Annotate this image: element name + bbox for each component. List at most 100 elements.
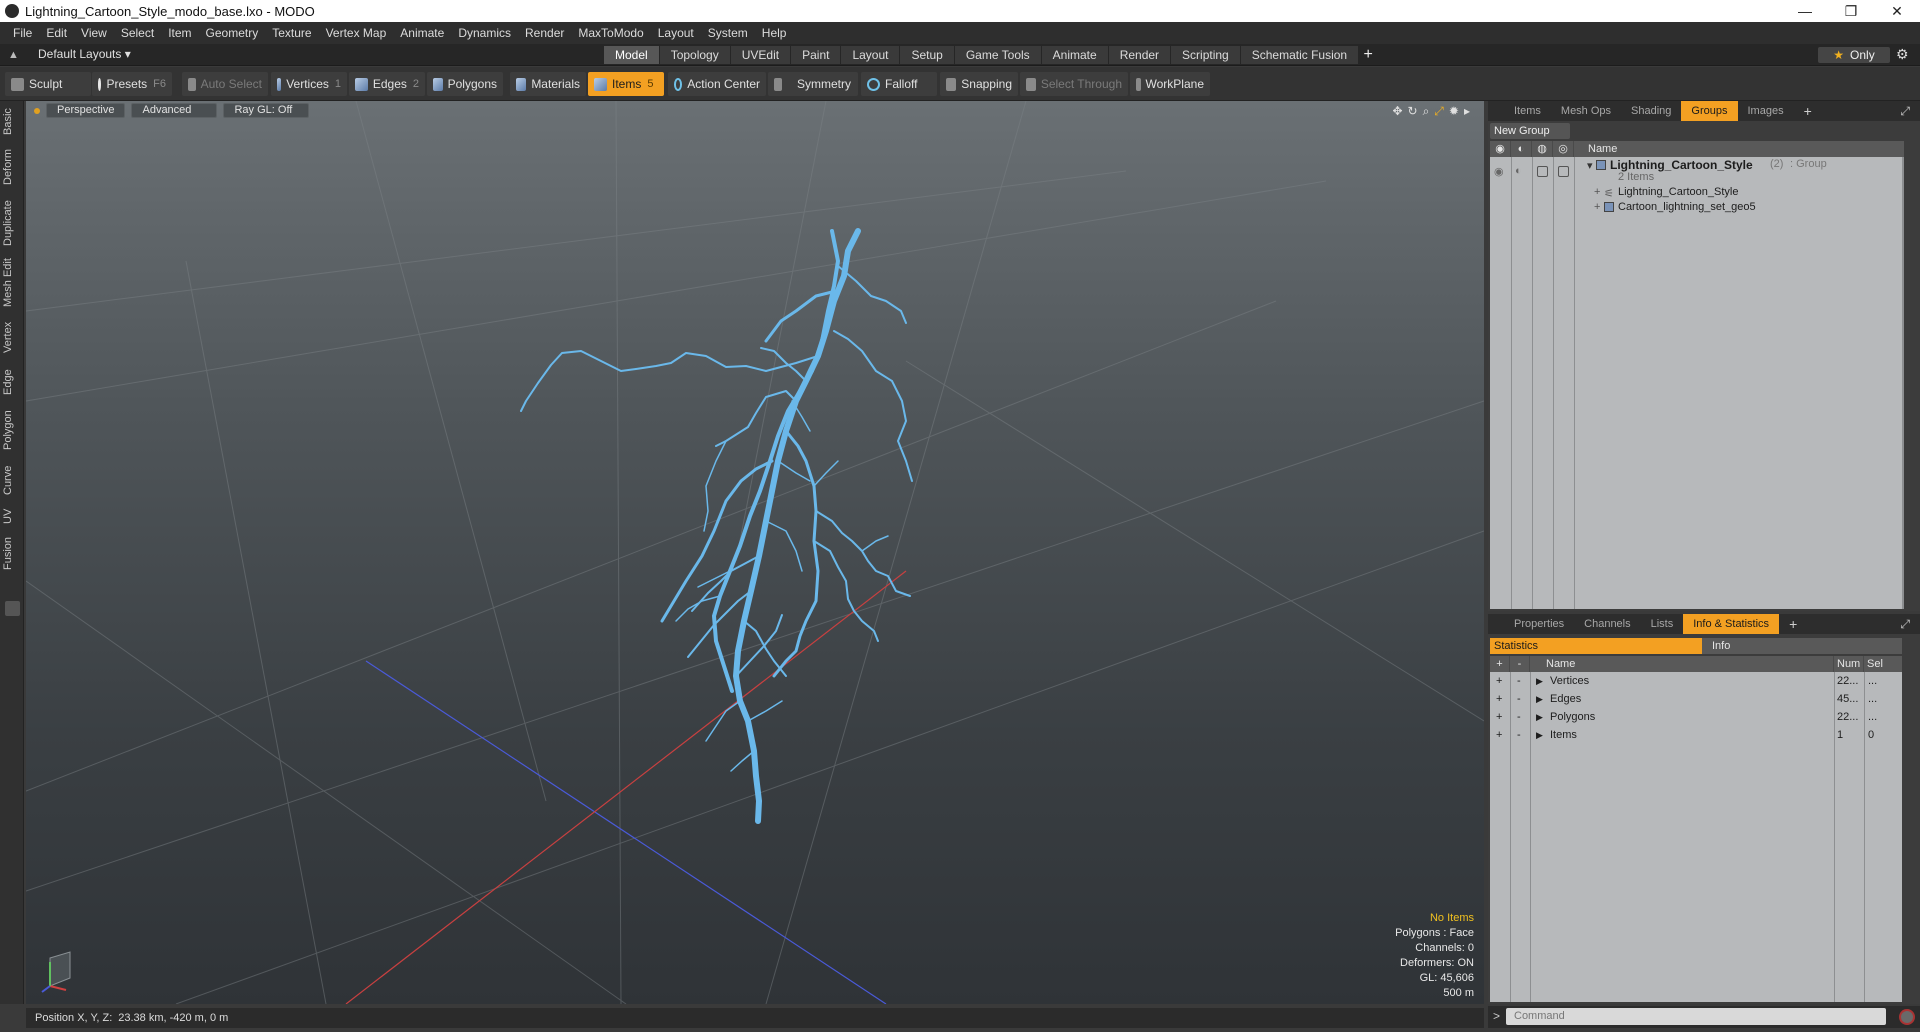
menu-geometry[interactable]: Geometry	[199, 22, 266, 44]
add-panel-tab-button[interactable]: +	[1779, 614, 1807, 634]
menu-maxtomodo[interactable]: MaxToModo	[571, 22, 650, 44]
menu-animate[interactable]: Animate	[393, 22, 451, 44]
tab-basic[interactable]: Basic	[2, 105, 22, 139]
snapping-button[interactable]: Snapping	[940, 72, 1018, 96]
tab-deform[interactable]: Deform	[2, 145, 22, 189]
add-panel-tab-button[interactable]: +	[1794, 101, 1822, 121]
menu-view[interactable]: View	[74, 22, 114, 44]
select-through-button[interactable]: Select Through	[1020, 72, 1128, 96]
presets-button[interactable]: Presets F6	[92, 72, 172, 96]
tab-scripting[interactable]: Scripting	[1171, 46, 1240, 64]
tab-info[interactable]: Info	[1702, 638, 1902, 654]
tab-render[interactable]: Render	[1108, 46, 1171, 64]
add-icon[interactable]: +	[1496, 708, 1502, 726]
menu-edit[interactable]: Edit	[39, 22, 74, 44]
groups-scrollbar[interactable]	[1902, 157, 1904, 609]
expand-panel-icon[interactable]: ⤢	[1900, 104, 1910, 119]
tab-fusion[interactable]: Fusion	[2, 533, 22, 573]
menu-select[interactable]: Select	[114, 22, 161, 44]
tab-setup[interactable]: Setup	[900, 46, 954, 64]
tab-mesh-ops[interactable]: Mesh Ops	[1551, 101, 1621, 121]
expand-panel-icon[interactable]: ⤢	[1900, 617, 1910, 632]
group-child-row[interactable]: + ⚟ Lightning_Cartoon_Style	[1490, 185, 1904, 200]
action-center-button[interactable]: Action Center	[668, 72, 766, 96]
tab-images[interactable]: Images	[1738, 101, 1794, 121]
collapse-icon[interactable]: ▾	[1587, 159, 1593, 172]
record-macro-icon[interactable]	[1899, 1009, 1915, 1025]
edges-button[interactable]: Edges 2	[349, 72, 425, 96]
select-column-icon[interactable]: ◎	[1553, 141, 1574, 157]
name-column-header[interactable]: Name	[1574, 141, 1904, 157]
add-icon[interactable]: +	[1496, 690, 1502, 708]
stat-row-polygons[interactable]: + - ▶ Polygons 22... ...	[1490, 708, 1902, 726]
add-tab-button[interactable]: +	[1359, 46, 1377, 64]
menu-layout[interactable]: Layout	[651, 22, 701, 44]
menu-file[interactable]: File	[6, 22, 39, 44]
expand-icon[interactable]: +	[1594, 186, 1600, 198]
tab-groups[interactable]: Groups	[1681, 101, 1738, 121]
new-group-button[interactable]: New Group	[1490, 123, 1570, 139]
tab-uv[interactable]: UV	[2, 505, 22, 527]
perspective-dropdown[interactable]: Perspective	[46, 103, 126, 118]
pan-icon[interactable]: ✥	[1392, 104, 1402, 119]
symmetry-button[interactable]: Symmetry	[768, 72, 858, 96]
maximize-button[interactable]: ❐	[1828, 0, 1874, 22]
falloff-button[interactable]: Falloff	[861, 72, 937, 96]
stat-row-edges[interactable]: + - ▶ Edges 45... ...	[1490, 690, 1902, 708]
name-column-header[interactable]: Name	[1530, 656, 1834, 672]
add-icon[interactable]: +	[1496, 672, 1502, 690]
tab-info-statistics[interactable]: Info & Statistics	[1683, 614, 1780, 634]
vertices-button[interactable]: Vertices 1	[271, 72, 347, 96]
render-icon[interactable]: ◐	[1515, 165, 1522, 177]
tab-lists[interactable]: Lists	[1641, 614, 1684, 634]
remove-icon[interactable]: -	[1517, 726, 1521, 744]
layout-collapse-icon[interactable]: ▲	[8, 49, 20, 61]
tab-paint[interactable]: Paint	[791, 46, 841, 64]
polygons-button[interactable]: Polygons	[427, 72, 503, 96]
tab-items[interactable]: Items	[1504, 101, 1551, 121]
select-toggle[interactable]	[1558, 166, 1569, 177]
num-column-header[interactable]: Num	[1834, 656, 1864, 672]
expand-icon[interactable]: +	[1594, 201, 1600, 213]
visibility-column-icon[interactable]: ◉	[1490, 141, 1511, 157]
expand-arrow-icon[interactable]: ▶	[1536, 672, 1543, 690]
expand-all-icon[interactable]: +	[1490, 656, 1510, 672]
tab-polygon[interactable]: Polygon	[2, 405, 22, 455]
tab-mesh-edit[interactable]: Mesh Edit	[2, 257, 22, 309]
menu-system[interactable]: System	[701, 22, 755, 44]
remove-icon[interactable]: -	[1517, 708, 1521, 726]
only-button[interactable]: ★ Only	[1818, 47, 1890, 63]
tab-duplicate[interactable]: Duplicate	[2, 197, 22, 249]
tab-schematic-fusion[interactable]: Schematic Fusion	[1240, 46, 1359, 64]
render-column-icon[interactable]: ◐	[1511, 141, 1532, 157]
tab-channels[interactable]: Channels	[1574, 614, 1640, 634]
group-row[interactable]: ◉ ◐ ▾ Lightning_Cartoon_Style (2) : Grou…	[1490, 157, 1904, 185]
lightning-bolt-model[interactable]	[520, 228, 913, 824]
materials-button[interactable]: Materials	[510, 72, 586, 96]
collapse-all-icon[interactable]: -	[1510, 656, 1530, 672]
lock-column-icon[interactable]: ◍	[1532, 141, 1553, 157]
expand-arrow-icon[interactable]: ▶	[1536, 708, 1543, 726]
stat-row-vertices[interactable]: + - ▶ Vertices 22... ...	[1490, 672, 1902, 690]
tab-layout[interactable]: Layout	[841, 46, 900, 64]
auto-select-button[interactable]: Auto Select	[182, 72, 268, 96]
sel-column-header[interactable]: Sel	[1864, 656, 1902, 672]
3d-viewport[interactable]: Perspective Advanced Ray GL: Off ✥ ↻ ⌕ ⤢…	[26, 101, 1484, 1004]
viewport-settings-icon[interactable]: ✹	[1449, 104, 1459, 119]
default-layouts-dropdown[interactable]: Default Layouts ▾	[38, 47, 131, 61]
remove-icon[interactable]: -	[1517, 672, 1521, 690]
tab-uvedit[interactable]: UVEdit	[730, 46, 791, 64]
menu-dynamics[interactable]: Dynamics	[451, 22, 518, 44]
menu-vertex-map[interactable]: Vertex Map	[319, 22, 394, 44]
raygl-toggle[interactable]: Ray GL: Off	[223, 103, 310, 118]
lock-toggle[interactable]	[1537, 166, 1548, 177]
menu-render[interactable]: Render	[518, 22, 571, 44]
toolbox-toggle-button[interactable]	[5, 601, 20, 616]
items-button[interactable]: Items 5	[588, 72, 664, 96]
tab-game-tools[interactable]: Game Tools	[954, 46, 1041, 64]
viewport-menu-icon[interactable]	[34, 108, 40, 114]
group-child-row[interactable]: + Cartoon_lightning_set_geo5	[1490, 200, 1904, 215]
tab-animate[interactable]: Animate	[1041, 46, 1108, 64]
workplane-button[interactable]: WorkPlane	[1130, 72, 1210, 96]
stat-row-items[interactable]: + - ▶ Items 1 0	[1490, 726, 1902, 744]
